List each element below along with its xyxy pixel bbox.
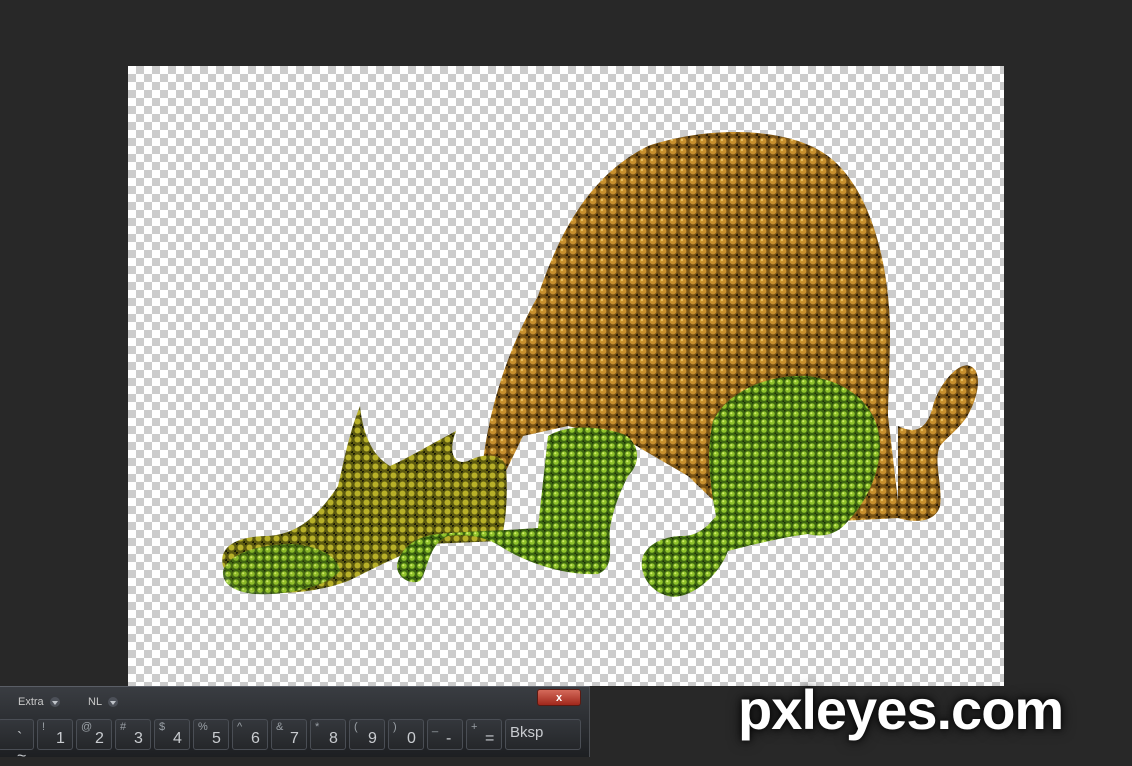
chevron-down-icon bbox=[108, 697, 119, 707]
key-backspace[interactable]: Bksp bbox=[505, 719, 581, 750]
layout-dropdown[interactable]: NL bbox=[88, 693, 119, 711]
extra-dropdown-label: Extra bbox=[18, 696, 44, 708]
key-5[interactable]: % 5 bbox=[193, 719, 229, 750]
key-3[interactable]: #3 bbox=[115, 719, 151, 750]
key-1[interactable]: ! 1 bbox=[37, 719, 73, 750]
key-4[interactable]: $4 bbox=[154, 719, 190, 750]
tail-shape bbox=[898, 365, 978, 521]
number-key-row: ` ~ ! 1 @2 #3 $4 % 5 ^ 6 & 7 * 8 (9 ) 0 _ - + = … bbox=[0, 719, 589, 765]
key-6[interactable]: ^ 6 bbox=[232, 719, 268, 750]
key-7[interactable]: & 7 bbox=[271, 719, 307, 750]
chevron-down-icon bbox=[49, 697, 60, 707]
close-icon: x bbox=[555, 692, 563, 704]
extra-dropdown[interactable]: Extra bbox=[18, 693, 60, 711]
close-button[interactable]: x bbox=[537, 689, 581, 706]
key-minus[interactable]: _ - bbox=[427, 719, 463, 750]
key-equals[interactable]: + = bbox=[466, 719, 502, 750]
key-9[interactable]: (9 bbox=[349, 719, 385, 750]
document-canvas[interactable] bbox=[128, 66, 1004, 686]
watermark-logo: pxleyes.com bbox=[738, 678, 1064, 741]
key-0[interactable]: ) 0 bbox=[388, 719, 424, 750]
key-2[interactable]: @2 bbox=[76, 719, 112, 750]
layout-dropdown-label: NL bbox=[88, 696, 103, 708]
on-screen-keyboard: Extra NL x ` ~ ! 1 @2 #3 $4 % 5 ^ 6 & 7 * 8 (… bbox=[0, 686, 590, 765]
keyboard-toolbar: Extra NL x bbox=[0, 689, 589, 713]
key-tilde[interactable]: ` ~ bbox=[0, 719, 34, 765]
animal-figure bbox=[222, 132, 978, 597]
key-8[interactable]: * 8 bbox=[310, 719, 346, 750]
